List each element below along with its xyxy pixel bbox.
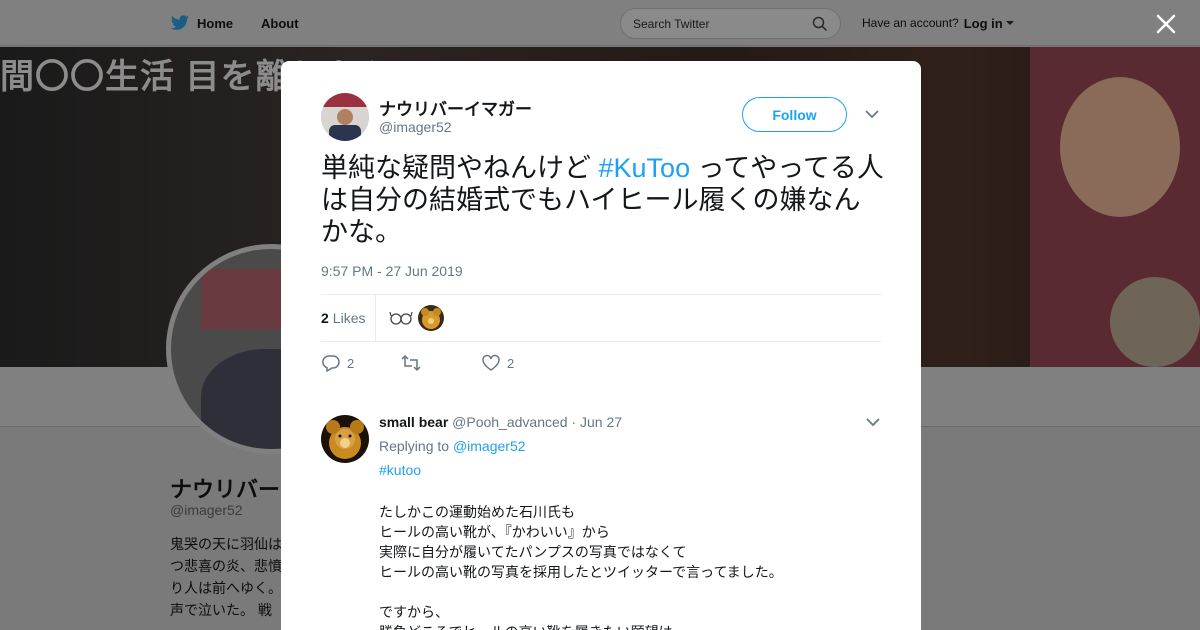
reply-text-line: ヒールの高い靴が、『かわいい』から: [379, 524, 610, 540]
reply-text-line: たしかこの運動始めた石川氏も: [379, 504, 575, 520]
nav-about[interactable]: About: [261, 0, 299, 46]
likes-label: Likes: [332, 310, 366, 326]
reply-text-line: ですから、: [379, 604, 449, 620]
reply-text-line: 勝負どころでヒールの高い靴を履きたい願望は: [379, 622, 783, 630]
profile-handle: @imager52: [170, 502, 243, 518]
retweet-icon: [401, 354, 421, 372]
reply-hashtag-link[interactable]: #kutoo: [379, 462, 421, 478]
chevron-down-icon[interactable]: [1005, 19, 1015, 27]
login-link[interactable]: Log in: [964, 16, 1003, 31]
tweet-stats: 2 Likes: [321, 294, 881, 342]
author-avatar[interactable]: [321, 93, 369, 141]
account-area: Have an account? Log in: [862, 0, 1015, 46]
liker-avatar[interactable]: [388, 305, 415, 331]
likes-stat[interactable]: 2 Likes: [321, 294, 377, 342]
reply-date[interactable]: · Jun 27: [571, 414, 622, 430]
tweet-text: 単純な疑問やねんけど #KuToo ってやってる人は自分の結婚式でもハイヒール履…: [321, 153, 884, 247]
reply-avatar[interactable]: [321, 415, 369, 463]
heart-icon: [482, 354, 500, 371]
reply-text-line: [379, 582, 783, 602]
nav-home-label: Home: [197, 15, 234, 31]
reply-text-line: 実際に自分が履いてたパンプスの写真ではなくて: [379, 544, 687, 560]
reply-header: small bear @Pooh_advanced · Jun 27: [379, 414, 622, 430]
tweet-timestamp[interactable]: 9:57 PM - 27 Jun 2019: [321, 263, 463, 279]
reply-author-handle[interactable]: @Pooh_advanced: [452, 414, 567, 430]
search-input[interactable]: [633, 16, 793, 31]
reply-text-line: ヒールの高い靴の写真を採用したとツイッターで言ってました。: [379, 564, 783, 580]
author-name[interactable]: ナウリバーイマガー: [379, 95, 532, 120]
search-icon[interactable]: [812, 16, 828, 32]
hashtag-link[interactable]: #KuToo: [599, 153, 691, 183]
likers-list: [388, 305, 445, 331]
reply-text: たしかこの運動始めた石川氏も ヒールの高い靴が、『かわいい』から 実際に自分が履…: [379, 502, 783, 630]
likes-count: 2: [321, 310, 329, 326]
reply-author-name[interactable]: small bear: [379, 414, 448, 430]
replying-to-handle[interactable]: @imager52: [453, 438, 526, 454]
replying-to: Replying to @imager52: [379, 438, 526, 454]
reply-count: 2: [347, 355, 355, 371]
reply-icon: [322, 355, 340, 372]
like-count: 2: [507, 355, 515, 371]
have-account-text: Have an account?: [862, 16, 959, 30]
chevron-down-icon[interactable]: [865, 109, 879, 119]
profile-bio: 鬼哭の天に羽仙は つ悲喜の炎、悲憤 り人は前へゆく。 声で泣いた。 戦え: [170, 536, 282, 618]
author-handle[interactable]: @imager52: [379, 119, 452, 135]
banner-photo-plate: [1110, 277, 1200, 367]
nav-home[interactable]: Home: [170, 0, 233, 46]
reply-action[interactable]: 2: [321, 354, 354, 372]
replying-to-label: Replying to: [379, 438, 450, 454]
follow-button[interactable]: Follow: [742, 97, 847, 132]
retweet-action[interactable]: [401, 354, 427, 372]
tweet-modal: ナウリバーイマガー @imager52 Follow 単純な疑問やねんけど #K…: [281, 61, 921, 630]
top-navigation-bar: Home About Have an account? Log in: [0, 0, 1200, 46]
banner-photo-face: [1060, 77, 1180, 217]
search-box[interactable]: [620, 8, 841, 39]
chevron-down-icon[interactable]: [866, 417, 880, 427]
twitter-bird-icon: [170, 15, 189, 30]
liker-avatar[interactable]: [418, 305, 445, 331]
close-icon[interactable]: [1154, 12, 1178, 36]
like-action[interactable]: 2: [481, 354, 514, 372]
